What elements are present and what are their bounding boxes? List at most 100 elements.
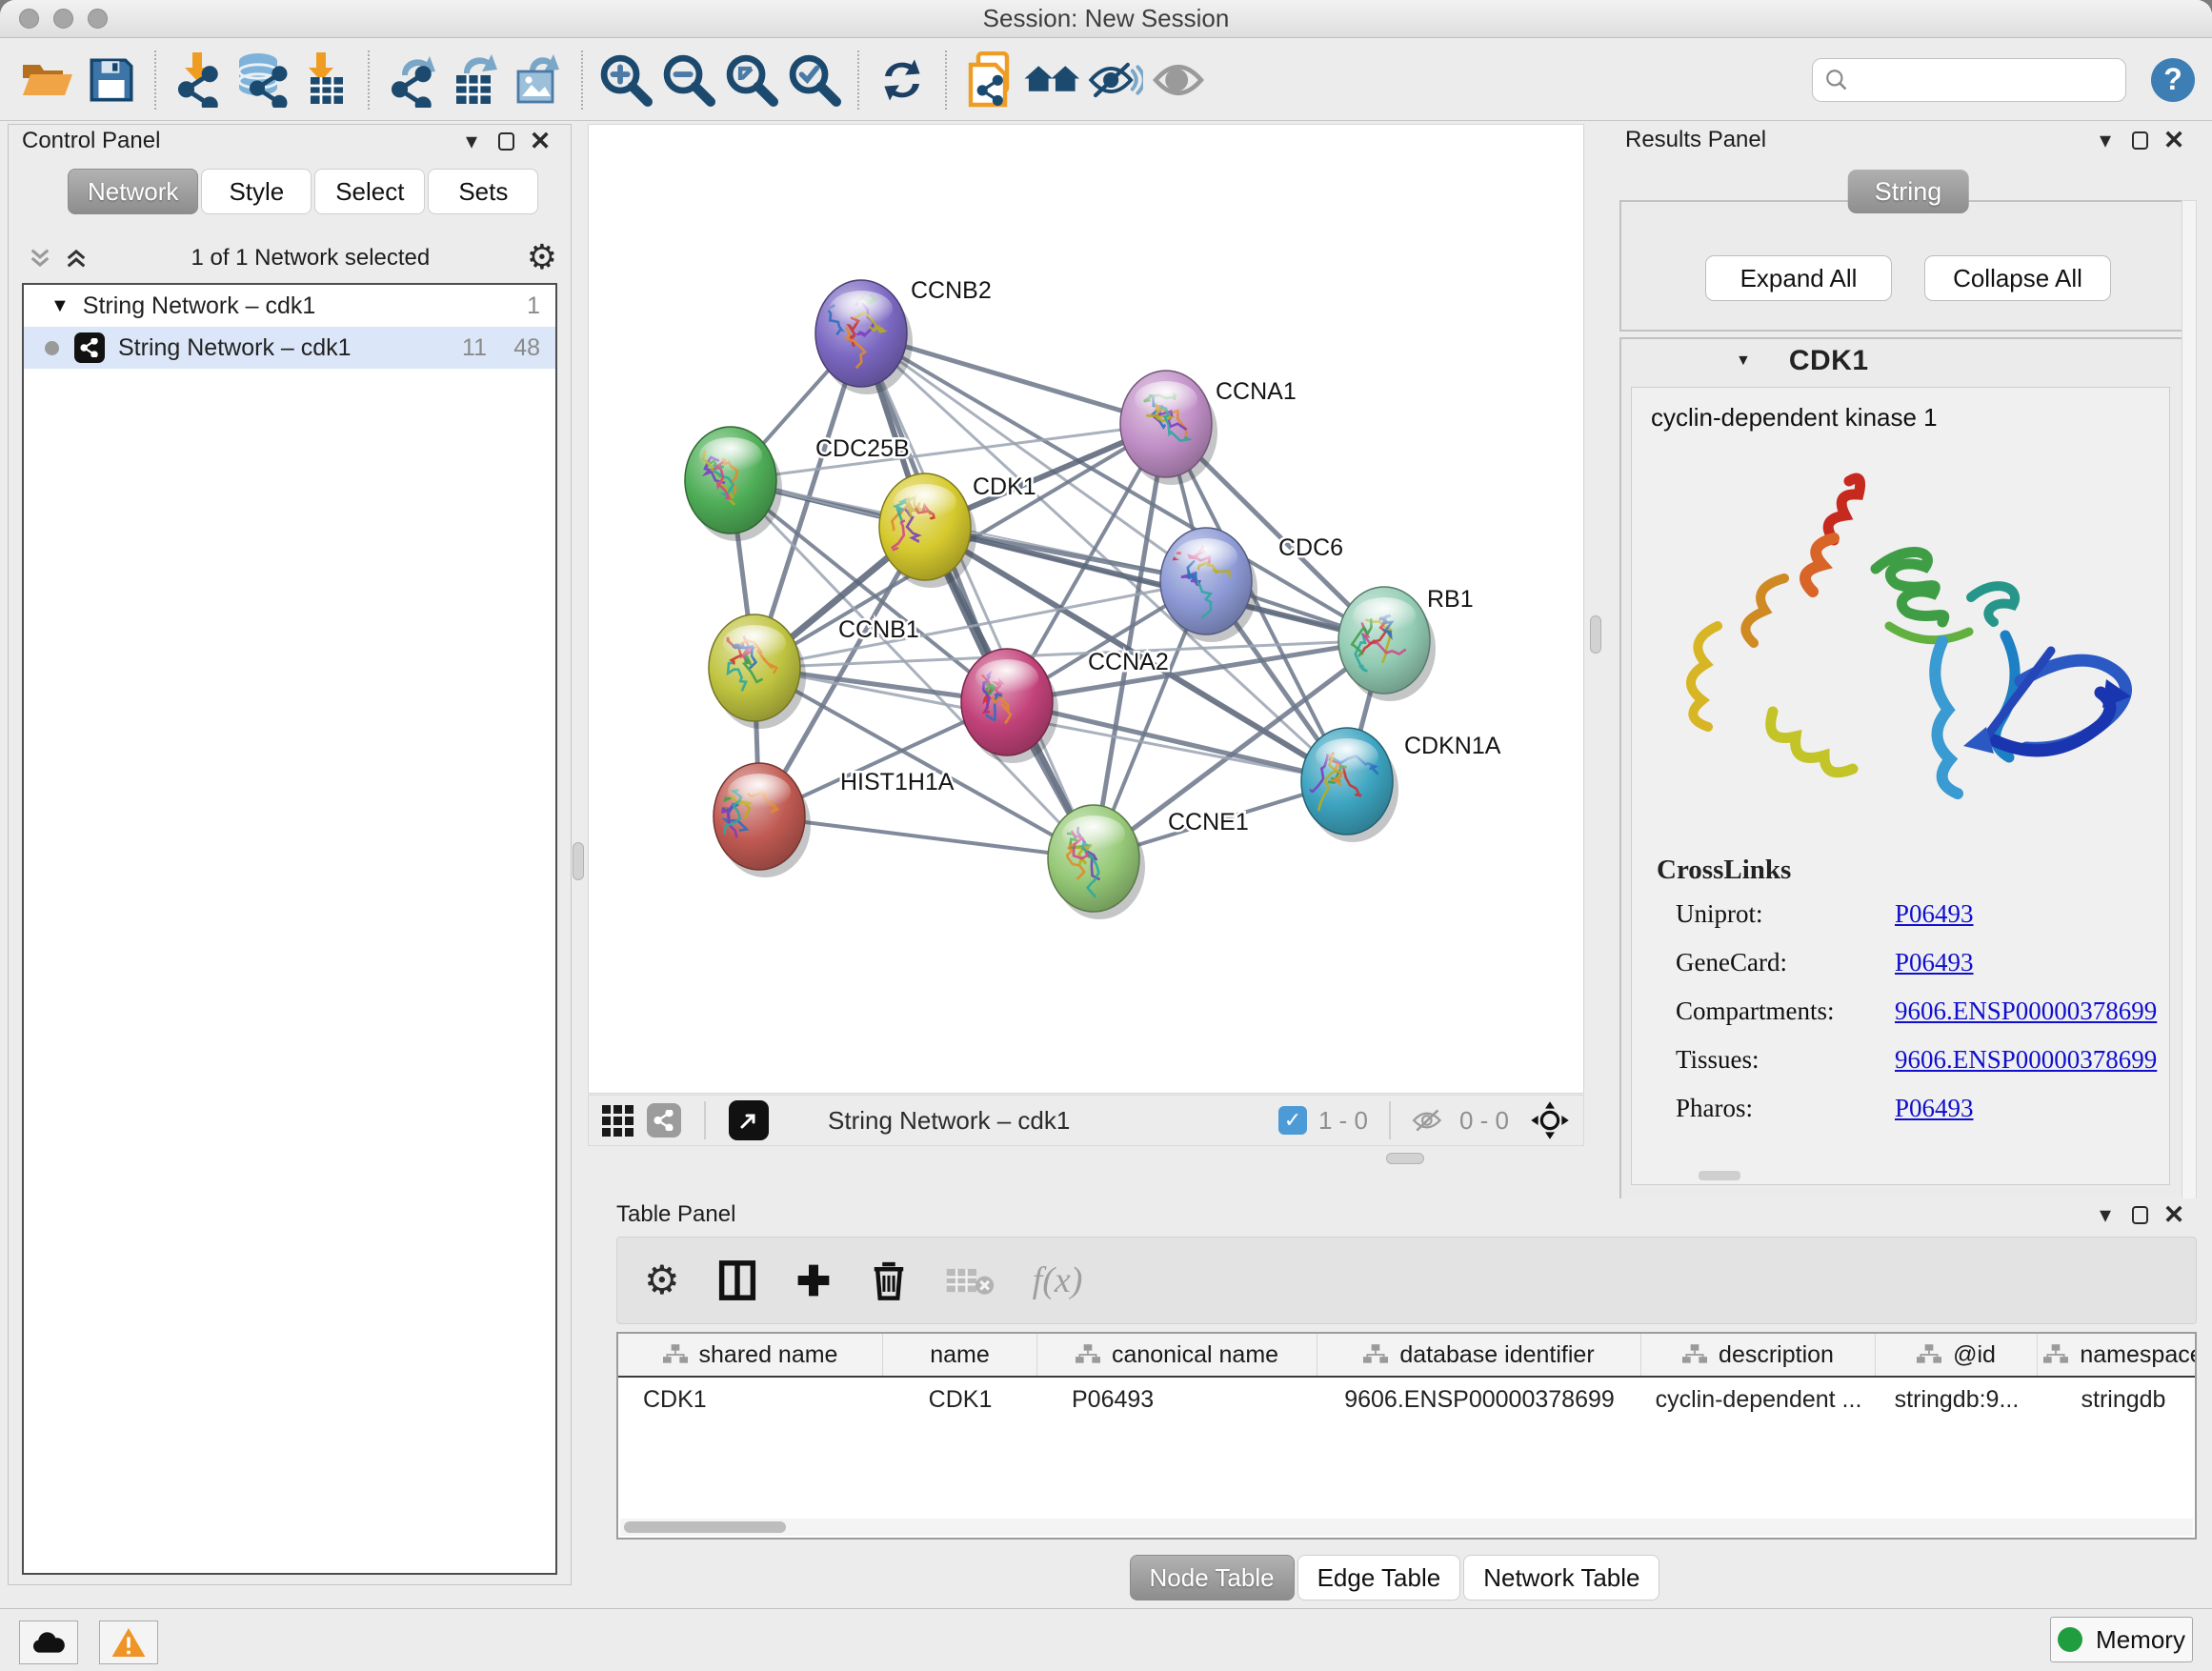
delete-table-icon[interactable] (945, 1263, 995, 1298)
show-columns-icon[interactable] (718, 1259, 756, 1301)
close-panel-icon[interactable]: ✕ (2157, 1200, 2191, 1230)
column-header-shared-name[interactable]: shared name (618, 1334, 883, 1376)
column-header-canonical-name[interactable]: canonical name (1037, 1334, 1317, 1376)
gene-header[interactable]: ▼ CDK1 (1621, 339, 2195, 383)
zoom-selected-button[interactable] (783, 47, 846, 113)
search-input[interactable] (1857, 66, 2114, 94)
expand-all-button[interactable]: Expand All (1705, 255, 1892, 301)
tab-select[interactable]: Select (314, 169, 425, 214)
tab-network-table[interactable]: Network Table (1463, 1555, 1659, 1601)
right-splitter-handle[interactable] (1590, 615, 1601, 654)
crosslink-genecard-link[interactable]: P06493 (1895, 948, 1974, 977)
network-node-CDC25B[interactable]: CDC25B (685, 427, 910, 541)
cell-canonical-name[interactable]: P06493 (1037, 1386, 1317, 1414)
left-splitter-handle[interactable] (573, 842, 584, 880)
network-row-selected[interactable]: String Network – cdk1 11 48 (24, 327, 555, 369)
panel-menu-icon[interactable]: ▾ (2088, 127, 2122, 154)
network-node-CCNE1[interactable]: CCNE1 (1048, 805, 1249, 919)
crosslink-tissues-link[interactable]: 9606.ENSP00000378699 (1895, 1045, 2157, 1075)
float-panel-icon[interactable] (2122, 1206, 2157, 1224)
network-canvas[interactable]: CCNB2CCNA1CDC25BCDK1CDC6RB1CCNB1CCNA2CDK… (588, 124, 1584, 1094)
tab-edge-table[interactable]: Edge Table (1297, 1555, 1461, 1601)
table-hscrollbar-thumb[interactable] (624, 1521, 786, 1533)
table-options-gear-icon[interactable]: ⚙ (644, 1260, 680, 1300)
cell-namespace[interactable]: stringdb (2038, 1386, 2197, 1414)
table-row[interactable]: CDK1 CDK1 P06493 9606.ENSP00000378699 cy… (618, 1378, 2195, 1421)
save-session-button[interactable] (80, 47, 143, 113)
network-node-RB1[interactable]: RB1 (1338, 586, 1474, 701)
add-column-icon[interactable] (794, 1261, 833, 1299)
crosslink-pharos-link[interactable]: P06493 (1895, 1094, 1974, 1123)
results-vscrollbar[interactable] (2182, 200, 2197, 1231)
column-header-name[interactable]: name (883, 1334, 1037, 1376)
search-field[interactable] (1812, 58, 2126, 102)
expand-all-icon[interactable] (64, 246, 89, 271)
import-network-database-button[interactable] (231, 47, 293, 113)
bottom-splitter-handle[interactable] (1386, 1153, 1424, 1164)
export-table-button[interactable] (444, 47, 507, 113)
network-node-CDKN1A[interactable]: CDKN1A (1301, 728, 1501, 842)
zoom-out-button[interactable] (657, 47, 720, 113)
selected-checkbox-icon[interactable]: ✓ (1278, 1106, 1307, 1135)
crosslink-uniprot-link[interactable]: P06493 (1895, 899, 1974, 929)
panel-menu-icon[interactable]: ▾ (454, 128, 489, 155)
column-header-namespace[interactable]: namespace (2038, 1334, 2197, 1376)
tab-style[interactable]: Style (201, 169, 312, 214)
tab-network[interactable]: Network (68, 169, 198, 214)
tab-sets[interactable]: Sets (428, 169, 538, 214)
collection-expand-icon[interactable]: ▼ (50, 295, 70, 317)
column-header-description[interactable]: description (1641, 1334, 1876, 1376)
cell-database-identifier[interactable]: 9606.ENSP00000378699 (1317, 1386, 1641, 1414)
warnings-button[interactable] (99, 1621, 158, 1664)
import-table-button[interactable] (293, 47, 356, 113)
export-image-button[interactable] (507, 47, 570, 113)
open-session-button[interactable] (17, 47, 80, 113)
crosslink-row: Uniprot: P06493 (1657, 899, 2158, 929)
memory-button[interactable]: Memory (2050, 1617, 2193, 1662)
table-hscrollbar[interactable] (620, 1519, 2193, 1536)
close-window-button[interactable] (19, 9, 39, 29)
network-node-CDK1[interactable]: CDK1 (879, 473, 1036, 588)
new-network-from-selection-button[interactable] (958, 47, 1021, 113)
close-panel-icon[interactable]: ✕ (2157, 126, 2191, 155)
float-panel-icon[interactable] (2122, 131, 2157, 150)
zoom-window-button[interactable] (88, 9, 108, 29)
detach-view-button[interactable] (729, 1100, 769, 1140)
cell-id[interactable]: stringdb:9... (1876, 1386, 2038, 1414)
node-label-CDK1: CDK1 (973, 473, 1036, 500)
delete-column-icon[interactable] (871, 1259, 907, 1301)
close-panel-icon[interactable]: ✕ (523, 127, 557, 156)
panel-menu-icon[interactable]: ▾ (2088, 1201, 2122, 1229)
crosslink-compartments-link[interactable]: 9606.ENSP00000378699 (1895, 997, 2157, 1026)
grid-view-icon[interactable] (602, 1105, 633, 1137)
import-network-file-button[interactable] (168, 47, 231, 113)
birdseye-view-icon[interactable] (1530, 1100, 1570, 1140)
hide-selected-button[interactable] (1084, 47, 1147, 113)
zoom-in-button[interactable] (594, 47, 657, 113)
network-node-CCNB2[interactable]: CCNB2 (815, 277, 992, 394)
cell-description[interactable]: cyclin-dependent ... (1641, 1386, 1876, 1414)
help-button[interactable]: ? (2151, 58, 2195, 102)
apply-layout-button[interactable] (871, 47, 934, 113)
gene-collapse-icon[interactable]: ▼ (1736, 352, 1751, 370)
collapse-all-button[interactable]: Collapse All (1924, 255, 2111, 301)
export-network-button[interactable] (381, 47, 444, 113)
network-options-gear-icon[interactable]: ⚙ (527, 241, 557, 275)
collapse-all-icon[interactable] (28, 246, 52, 271)
cell-name[interactable]: CDK1 (883, 1386, 1037, 1414)
function-builder-icon[interactable]: f(x) (1033, 1259, 1083, 1301)
tab-node-table[interactable]: Node Table (1130, 1555, 1295, 1601)
cell-shared-name[interactable]: CDK1 (618, 1386, 883, 1414)
tab-string[interactable]: String (1848, 170, 1969, 213)
column-header-database-identifier[interactable]: database identifier (1317, 1334, 1641, 1376)
gene-card-hscrollbar[interactable] (1699, 1171, 1740, 1180)
first-neighbors-button[interactable] (1021, 47, 1084, 113)
show-all-button[interactable] (1147, 47, 1210, 113)
zoom-fit-button[interactable] (720, 47, 783, 113)
float-panel-icon[interactable] (489, 132, 523, 151)
cloud-button[interactable] (19, 1621, 78, 1664)
network-share-icon[interactable] (647, 1103, 681, 1137)
network-collection-row[interactable]: ▼ String Network – cdk1 1 (24, 285, 555, 327)
minimize-window-button[interactable] (53, 9, 73, 29)
column-header-id[interactable]: @id (1876, 1334, 2038, 1376)
